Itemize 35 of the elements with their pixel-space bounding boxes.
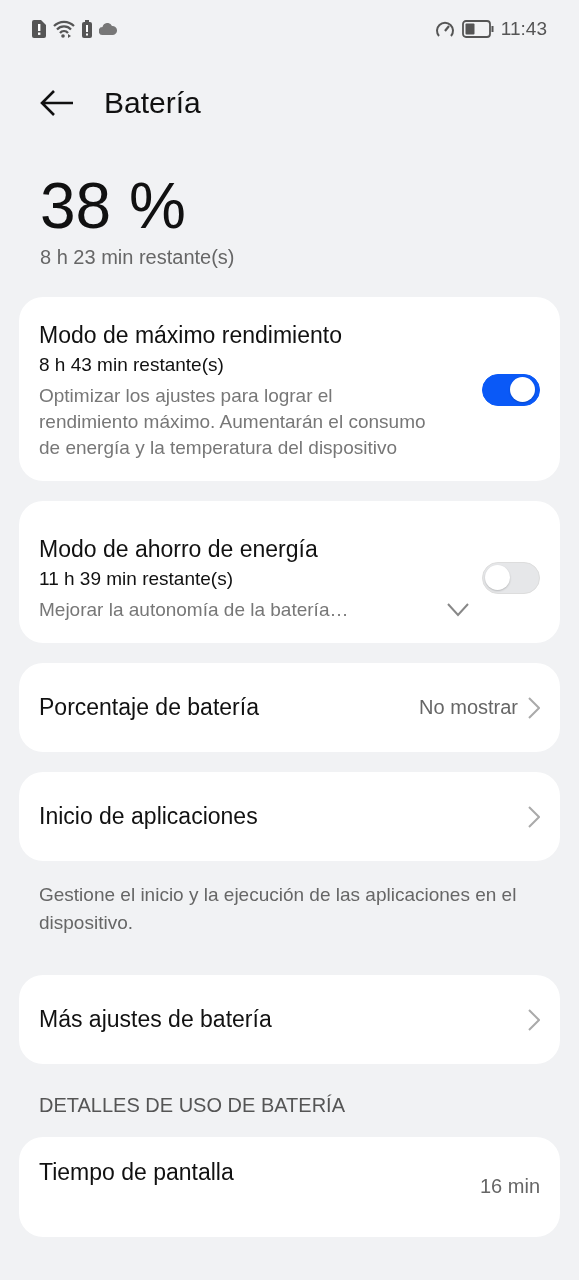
setting-title: Modo de máximo rendimiento bbox=[39, 321, 343, 350]
back-arrow-icon[interactable] bbox=[40, 90, 74, 116]
clock-time: 11:43 bbox=[500, 18, 547, 40]
page-title: Batería bbox=[104, 86, 201, 120]
chevron-right-icon bbox=[528, 696, 540, 719]
battery-icon bbox=[461, 20, 494, 38]
cloud-icon bbox=[99, 23, 117, 35]
battery-alert-icon bbox=[82, 20, 92, 38]
settings-row[interactable]: Inicio de aplicaciones bbox=[19, 772, 560, 861]
remaining-time: 8 h 23 min restante(s) bbox=[40, 246, 236, 269]
setting-title: Inicio de aplicaciones bbox=[39, 803, 258, 830]
setting-title: Más ajustes de batería bbox=[39, 1006, 272, 1033]
remaining-time: 8 h 43 min restante(s) bbox=[39, 353, 225, 377]
chevron-right-icon bbox=[528, 1008, 540, 1031]
speedometer-icon bbox=[434, 20, 455, 38]
battery-percentage: 38 % bbox=[40, 169, 187, 244]
chevron-down-icon[interactable] bbox=[447, 603, 469, 617]
setting-value: No mostrar bbox=[419, 696, 518, 719]
usage-label: Tiempo de pantalla bbox=[39, 1159, 234, 1186]
chevron-right-icon bbox=[528, 805, 540, 828]
setting-card[interactable]: Modo de ahorro de energía 11 h 39 min restante(s) Mejorar la autonomía de la batería… bbox=[19, 501, 560, 643]
usage-value: 16 min bbox=[479, 1174, 540, 1198]
setting-title: Porcentaje de batería bbox=[39, 694, 259, 721]
toggle-switch[interactable] bbox=[482, 374, 540, 406]
setting-card[interactable]: Modo de máximo rendimiento 8 h 43 min restante(s) Optimizar los ajustes para lograr el rendimiento máximo. Aumentarán el consumo de energía y la temperatura del dispositivo bbox=[19, 297, 560, 481]
settings-row[interactable]: Más ajustes de batería bbox=[19, 975, 560, 1064]
help-text: Gestione el inicio y la ejecución de las aplicaciones en el dispositivo. bbox=[38, 883, 518, 935]
setting-description: Mejorar la autonomía de la batería… bbox=[39, 598, 350, 622]
setting-title: Modo de ahorro de energía bbox=[39, 535, 319, 564]
setting-description: Optimizar los ajustes para lograr el rendimiento máximo. Aumentarán el consumo de energía y la temperatura del dispositivo bbox=[39, 384, 427, 460]
sim-alert-icon bbox=[32, 20, 46, 38]
remaining-time: 11 h 39 min restante(s) bbox=[39, 567, 234, 591]
section-header: DETALLES DE USO DE BATERÍA bbox=[38, 1093, 346, 1117]
settings-row[interactable]: Porcentaje de batería No mostrar bbox=[19, 663, 560, 752]
wifi-icon bbox=[53, 20, 75, 38]
